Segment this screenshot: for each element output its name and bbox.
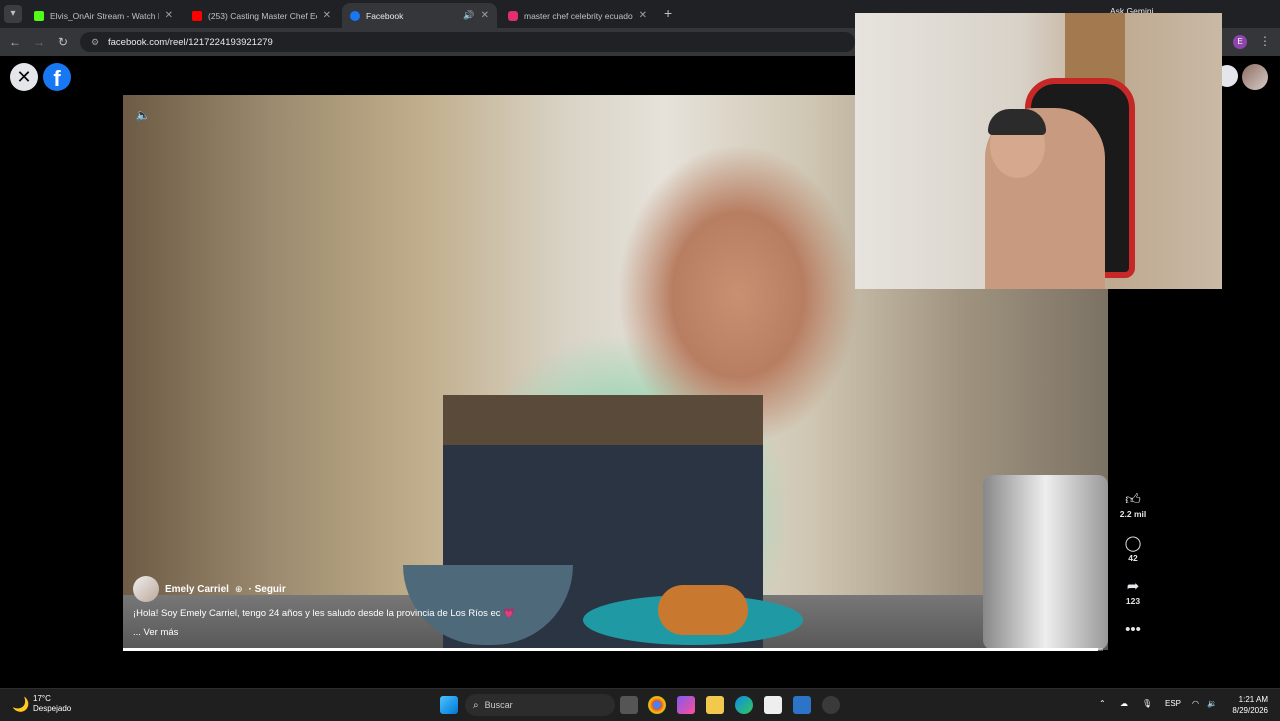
author-avatar[interactable] [133,576,159,602]
chrome-icon[interactable] [648,696,666,714]
comment-count: 42 [1128,553,1138,563]
copilot-icon[interactable] [677,696,695,714]
webcam-hair-shape [988,109,1046,135]
facebook-favicon-icon [350,10,360,21]
taskbar-clock[interactable]: 1:21 AM 8/29/2026 [1222,694,1268,716]
comment-button[interactable]: ◯ 42 [1118,535,1148,563]
follow-button[interactable]: · Seguir [248,584,285,595]
thumbs-up-icon: 👍︎ [1125,491,1141,508]
share-count: 123 [1125,596,1141,606]
video-apron-band-shape [443,395,763,445]
comment-icon: ◯ [1124,535,1142,552]
windows-start-icon[interactable] [440,696,458,714]
moon-weather-icon[interactable]: 🌙 [12,695,30,713]
search-placeholder: Buscar [484,700,513,710]
tab-search-button[interactable]: ▾ [4,5,22,23]
reel-author: Emely Carriel ⊕ · Seguir [133,576,286,602]
tab-facebook[interactable]: Facebook 🔊 ✕ [342,3,497,28]
wifi-icon[interactable]: ◠ [1192,699,1199,708]
back-arrow-icon[interactable]: ← [7,34,23,50]
volume-icon[interactable]: 🔈 [134,106,152,124]
weather-widget[interactable]: 17°C Despejado [33,694,71,714]
tab-youtube[interactable]: (253) Casting Master Chef Ecua ✕ [184,3,339,28]
file-explorer-icon[interactable] [706,696,724,714]
outlook-icon[interactable] [793,696,811,714]
share-button[interactable]: ➦ 123 [1118,578,1148,606]
like-count: 2.2 mil [1119,509,1147,519]
forward-arrow-icon[interactable]: → [31,34,47,50]
tray-microphone-icon[interactable]: 🎙 [1142,699,1152,708]
webcam-overlay [855,13,1222,289]
tab-close-icon[interactable]: ✕ [481,10,489,21]
video-progress-bar[interactable] [123,648,1103,651]
browser-menu-icon[interactable]: ⋮ [1259,34,1271,48]
taskbar-search[interactable]: ⌕ Buscar [465,694,615,716]
windows-taskbar: 🌙 17°C Despejado ⌕ Buscar ⌃ ☁ 🎙 ESP ◠ 🔉 … [0,688,1280,721]
weather-description: Despejado [33,704,72,713]
language-indicator[interactable]: ESP [1165,699,1181,708]
url-text: facebook.com/reel/1217224193921279 [108,36,273,48]
kick-favicon-icon [34,10,44,21]
store-icon[interactable] [764,696,782,714]
clock-time: 1:21 AM [1238,695,1268,704]
tab-close-icon[interactable]: ✕ [639,10,647,21]
new-tab-button[interactable]: + [664,5,678,21]
author-name[interactable]: Emely Carriel [165,584,229,595]
tray-chevron-up-icon[interactable]: ⌃ [1099,699,1106,708]
video-bread-shape [658,585,748,635]
clock-date: 8/29/2026 [1232,706,1268,715]
like-button[interactable]: 👍︎ 2.2 mil [1118,491,1148,519]
tab-title: Elvis_OnAir Stream - Watch Live [50,10,159,21]
close-icon[interactable]: ✕ [10,63,38,91]
tab-title: (253) Casting Master Chef Ecua [208,10,317,21]
more-options-button[interactable]: ••• [1118,621,1148,639]
volume-tray-icon[interactable]: 🔉 [1207,699,1217,708]
tab-title: master chef celebrity ecuador - [524,10,633,21]
profile-avatar[interactable]: E [1233,35,1247,49]
reel-caption: ¡Hola! Soy Emely Carriel, tengo 24 años … [133,608,515,619]
video-progress-fill [123,648,1099,651]
instagram-favicon-icon [508,10,518,21]
tab-close-icon[interactable]: ✕ [323,10,331,21]
tab-title: Facebook [366,10,404,21]
tab-instagram[interactable]: master chef celebrity ecuador - ✕ [500,3,655,28]
site-info-icon[interactable]: ⚙ [88,35,102,49]
edge-icon[interactable] [735,696,753,714]
youtube-favicon-icon [192,10,202,21]
tab-audio-icon[interactable]: 🔊 [463,10,474,21]
address-bar[interactable]: ⚙ facebook.com/reel/1217224193921279 [80,32,855,52]
tray-onedrive-icon[interactable]: ☁ [1120,699,1128,708]
tab-kick[interactable]: Elvis_OnAir Stream - Watch Live ✕ [26,3,181,28]
task-view-icon[interactable] [620,696,638,714]
settings-gear-icon[interactable] [822,696,840,714]
more-dots-icon: ••• [1125,621,1141,638]
share-icon: ➦ [1126,578,1140,595]
temperature: 17°C [33,694,51,703]
facebook-logo[interactable]: f [43,63,71,91]
see-more-link[interactable]: ... Ver más [133,627,178,638]
reload-icon[interactable]: ↻ [55,34,71,50]
search-icon: ⌕ [473,699,479,711]
video-pot-shape [983,475,1108,650]
fb-account-avatar[interactable] [1242,64,1268,90]
tab-close-icon[interactable]: ✕ [165,10,173,21]
globe-icon: ⊕ [234,583,243,594]
